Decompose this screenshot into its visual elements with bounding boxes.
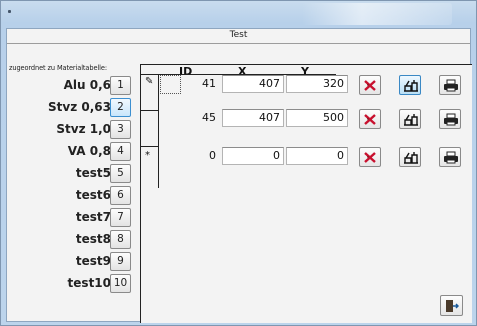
material-row: test6 6 xyxy=(7,185,135,205)
machine-button[interactable] xyxy=(399,109,421,129)
x-input[interactable]: 407 xyxy=(222,109,284,127)
titlebar-glass xyxy=(302,3,452,25)
exit-door-icon xyxy=(446,300,459,312)
material-table-label: zugeordnet zu Materialtabelle: xyxy=(9,64,107,72)
material-button-9[interactable]: 9 xyxy=(110,252,131,271)
material-name: test8 xyxy=(75,232,111,246)
form-title: Test xyxy=(229,30,248,40)
print-icon xyxy=(444,151,458,164)
material-row: test7 7 xyxy=(7,207,135,227)
material-row: test8 8 xyxy=(7,229,135,249)
delete-button[interactable] xyxy=(359,109,381,129)
delete-button[interactable] xyxy=(359,147,381,167)
material-row: Stvz 0,63 2 xyxy=(7,97,135,117)
print-button[interactable] xyxy=(439,109,461,129)
record-selector-column: ✎ * xyxy=(141,75,159,188)
material-row: Stvz 1,0 3 xyxy=(7,119,135,139)
print-icon xyxy=(444,79,458,92)
material-row: test10 10 xyxy=(7,273,135,293)
material-button-1[interactable]: 1 xyxy=(110,76,131,95)
material-button-4[interactable]: 4 xyxy=(110,142,131,161)
delete-icon xyxy=(364,114,376,125)
machine-icon xyxy=(404,80,418,92)
material-button-2[interactable]: 2 xyxy=(110,98,131,117)
material-name: Alu 0,6 xyxy=(63,78,111,92)
material-name: VA 0,8 xyxy=(67,144,111,158)
material-row: test9 9 xyxy=(7,251,135,271)
window-titlebar[interactable] xyxy=(1,1,476,28)
title-divider xyxy=(7,43,470,44)
y-input[interactable]: 500 xyxy=(286,109,348,127)
material-name: Stvz 1,0 xyxy=(56,122,111,136)
print-button[interactable] xyxy=(439,147,461,167)
material-row: Alu 0,6 1 xyxy=(7,75,135,95)
coordinates-grid: ID X Y ✎ * 41 407 320 45 407 500 0 0 0 xyxy=(140,64,472,323)
machine-icon xyxy=(404,152,418,164)
machine-button[interactable] xyxy=(399,75,421,95)
machine-button[interactable] xyxy=(399,147,421,167)
row-id: 0 xyxy=(209,149,216,162)
row-id: 41 xyxy=(202,77,216,90)
system-menu-icon[interactable] xyxy=(8,10,11,13)
delete-icon xyxy=(364,80,376,91)
y-input[interactable]: 320 xyxy=(286,75,348,93)
new-record-asterisk-icon: * xyxy=(145,150,150,161)
form-client-area: Test zugeordnet zu Materialtabelle: Alu … xyxy=(6,28,472,323)
row-id: 45 xyxy=(202,111,216,124)
material-name: test10 xyxy=(67,276,111,290)
app-window: Test zugeordnet zu Materialtabelle: Alu … xyxy=(0,0,477,326)
record-selector[interactable]: * xyxy=(141,147,158,183)
x-input[interactable]: 0 xyxy=(222,147,284,165)
material-button-6[interactable]: 6 xyxy=(110,186,131,205)
x-input[interactable]: 407 xyxy=(222,75,284,93)
material-row: test5 5 xyxy=(7,163,135,183)
material-button-7[interactable]: 7 xyxy=(110,208,131,227)
record-selector[interactable] xyxy=(141,111,158,147)
machine-icon xyxy=(404,114,418,126)
material-button-10[interactable]: 10 xyxy=(110,274,131,293)
material-button-8[interactable]: 8 xyxy=(110,230,131,249)
material-button-5[interactable]: 5 xyxy=(110,164,131,183)
edit-pencil-icon: ✎ xyxy=(145,76,154,87)
material-button-3[interactable]: 3 xyxy=(110,120,131,139)
focus-rectangle xyxy=(160,75,181,94)
material-row: VA 0,8 4 xyxy=(7,141,135,161)
exit-button[interactable] xyxy=(440,295,463,316)
material-name: test9 xyxy=(75,254,111,268)
print-icon xyxy=(444,113,458,126)
material-name: test5 xyxy=(75,166,111,180)
record-selector[interactable]: ✎ xyxy=(141,75,158,111)
y-input[interactable]: 0 xyxy=(286,147,348,165)
delete-icon xyxy=(364,152,376,163)
delete-button[interactable] xyxy=(359,75,381,95)
material-name: test7 xyxy=(75,210,111,224)
print-button[interactable] xyxy=(439,75,461,95)
material-name: Stvz 0,63 xyxy=(48,100,111,114)
material-name: test6 xyxy=(75,188,111,202)
